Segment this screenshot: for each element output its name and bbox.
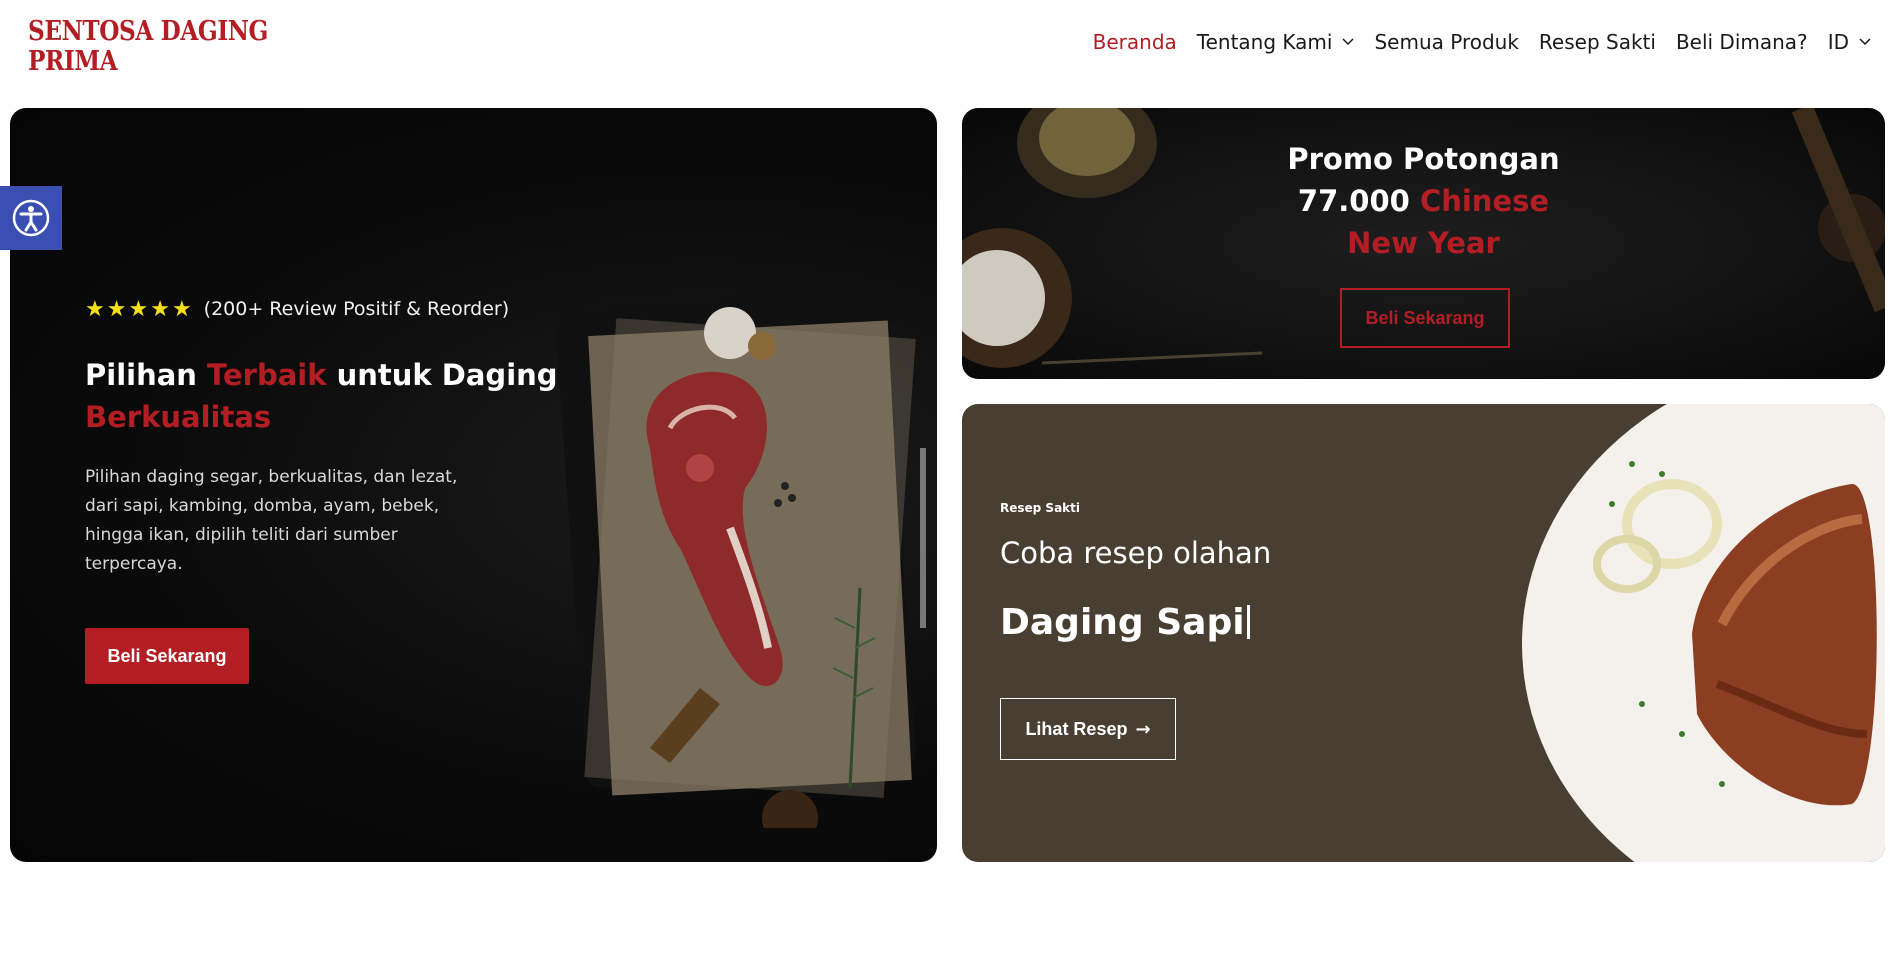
accessibility-icon xyxy=(12,199,50,237)
rating-row: ★ ★ ★ ★ ★ (200+ Review Positif & Reorder… xyxy=(85,298,510,321)
promo-banner: Promo Potongan 77.000 Chinese New Year B… xyxy=(962,108,1885,379)
hero-title-highlight: Terbaik xyxy=(207,358,327,392)
promo-line3: New Year xyxy=(1347,226,1500,260)
brand-name-line1: SENTOSA DAGING xyxy=(28,16,268,47)
main-nav: Beranda Tentang Kami Semua Produk Resep … xyxy=(1073,30,1871,54)
nav-label: Resep Sakti xyxy=(1538,30,1656,54)
brand-logo[interactable]: SENTOSA DAGING PRIMA xyxy=(22,14,302,80)
recipe-kicker: Resep Sakti xyxy=(1000,501,1080,515)
promo-line1: Promo Potongan xyxy=(1287,142,1560,176)
nav-item-tentang-kami[interactable]: Tentang Kami xyxy=(1197,30,1355,54)
star-icon: ★ xyxy=(106,296,127,321)
chevron-down-icon xyxy=(1859,38,1871,46)
nav-label: ID xyxy=(1827,30,1849,54)
recipe-typed-value: Daging Sapi xyxy=(1000,602,1245,643)
rating-text: (200+ Review Positif & Reorder) xyxy=(203,298,510,320)
hero-title: Pilihan Terbaik untuk Daging Berkualitas xyxy=(85,354,605,438)
steak-plate-image xyxy=(1522,404,1885,862)
typing-cursor xyxy=(1246,605,1250,639)
promo-highlight: Chinese xyxy=(1409,184,1550,218)
hero-title-part2: untuk Daging xyxy=(326,358,558,392)
hero-banner: ★ ★ ★ ★ ★ (200+ Review Positif & Reorder… xyxy=(10,108,937,862)
star-icon: ★ xyxy=(85,296,105,321)
rating-stars: ★ ★ ★ ★ ★ xyxy=(85,298,192,320)
language-switcher[interactable]: ID xyxy=(1828,30,1871,54)
chevron-down-icon xyxy=(1342,38,1354,46)
brand-name: SENTOSA DAGING PRIMA xyxy=(28,17,268,77)
nav-item-semua-produk[interactable]: Semua Produk xyxy=(1374,30,1518,54)
recipe-headline: Coba resep olahan xyxy=(1000,536,1272,570)
star-icon: ★ xyxy=(150,296,170,321)
nav-label: Tentang Kami xyxy=(1196,30,1333,54)
promo-amount: 77.000 xyxy=(1297,184,1410,218)
nav-item-beranda[interactable]: Beranda xyxy=(1093,30,1177,54)
recipe-banner: Resep Sakti Coba resep olahan Daging Sap… xyxy=(962,404,1885,862)
nav-label: Semua Produk xyxy=(1374,30,1519,54)
star-icon: ★ xyxy=(171,296,192,321)
accessibility-button[interactable] xyxy=(0,186,62,250)
recipe-typed-text: Daging Sapi xyxy=(1000,602,1250,643)
arrow-right-icon: → xyxy=(1135,718,1151,740)
hero-title-highlight2: Berkualitas xyxy=(85,400,272,434)
star-icon: ★ xyxy=(128,296,149,321)
hero-description: Pilihan daging segar, berkualitas, dan l… xyxy=(85,467,458,574)
nav-label: Beli Dimana? xyxy=(1675,30,1808,54)
hero-buy-button[interactable]: Beli Sekarang xyxy=(85,628,249,684)
promo-buy-button[interactable]: Beli Sekarang xyxy=(1340,288,1510,348)
promo-line2: 77.000 Chinese xyxy=(962,180,1885,222)
view-recipe-label: Lihat Resep xyxy=(1025,718,1128,739)
view-recipe-button[interactable]: Lihat Resep → xyxy=(1000,698,1176,760)
site-header: SENTOSA DAGING PRIMA Beranda Tentang Kam… xyxy=(0,0,1893,108)
promo-title: Promo Potongan 77.000 Chinese New Year xyxy=(962,138,1885,264)
nav-item-beli-dimana[interactable]: Beli Dimana? xyxy=(1676,30,1808,54)
nav-item-resep-sakti[interactable]: Resep Sakti xyxy=(1539,30,1656,54)
nav-label: Beranda xyxy=(1092,30,1177,54)
hero-title-part1: Pilihan xyxy=(85,358,208,392)
brand-name-line2: PRIMA xyxy=(28,46,118,77)
steak-image xyxy=(555,287,926,828)
